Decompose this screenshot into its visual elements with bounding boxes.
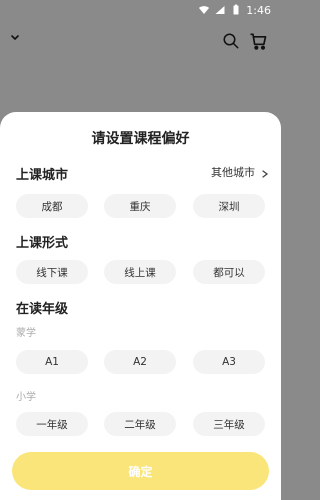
other-city-link[interactable]: 其他城市	[211, 164, 269, 180]
section-format-title: 上课形式	[16, 236, 69, 251]
chevron-down-icon[interactable]	[10, 28, 20, 41]
battery-icon	[230, 4, 242, 16]
format-chip-online[interactable]: 线上课	[104, 260, 176, 284]
preference-sheet: 请设置课程偏好 上课城市 其他城市 成都 重庆 深圳 上课形式 线下课 线上课 …	[0, 112, 281, 500]
format-chip-offline[interactable]: 线下课	[16, 260, 88, 284]
city-chip-chengdu[interactable]: 成都	[16, 194, 88, 218]
search-icon[interactable]	[222, 32, 240, 50]
grade-chip-a3[interactable]: A3	[193, 350, 265, 374]
grade-chip-a1[interactable]: A1	[16, 350, 88, 374]
signal-icon	[214, 4, 226, 16]
grade-chip-grade2[interactable]: 二年级	[104, 412, 176, 436]
grade-chip-grade3[interactable]: 三年级	[193, 412, 265, 436]
section-grade-title: 在读年级	[16, 302, 69, 317]
status-time: 1:46	[246, 3, 271, 17]
status-bar: 1:46	[0, 0, 281, 20]
grade-chip-grade1[interactable]: 一年级	[16, 412, 88, 436]
sheet-title: 请设置课程偏好	[91, 131, 190, 147]
format-chip-either[interactable]: 都可以	[193, 260, 265, 284]
wifi-icon	[198, 4, 210, 16]
grade-group-label: 小学	[16, 392, 36, 403]
top-bar	[0, 22, 281, 62]
section-city-title: 上课城市	[16, 168, 69, 183]
city-chip-shenzhen[interactable]: 深圳	[193, 194, 265, 218]
grade-chip-a2[interactable]: A2	[104, 350, 176, 374]
cart-icon[interactable]	[248, 31, 268, 51]
grade-group-label: 蒙学	[16, 328, 36, 339]
city-chip-chongqing[interactable]: 重庆	[104, 194, 176, 218]
other-city-label: 其他城市	[211, 166, 255, 179]
chevron-right-icon	[261, 168, 269, 178]
confirm-button[interactable]: 确定	[12, 452, 269, 490]
